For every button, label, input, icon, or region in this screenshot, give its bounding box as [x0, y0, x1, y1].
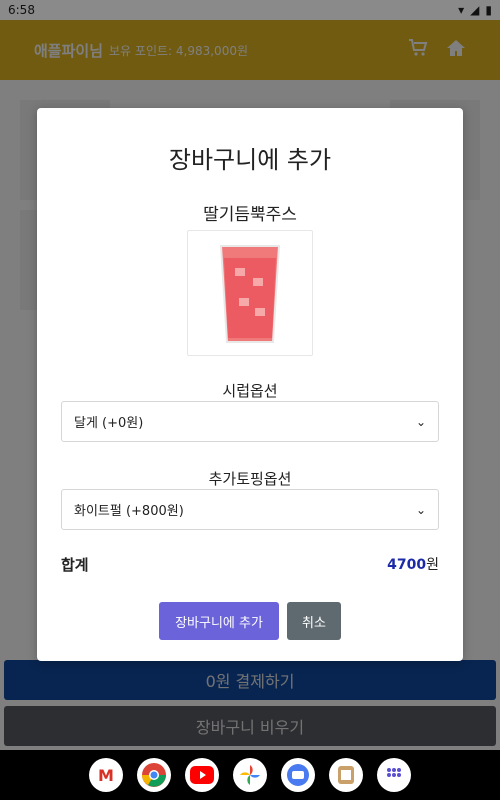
total-amount: 4700원	[387, 554, 439, 574]
battery-icon: ▮	[485, 3, 492, 17]
gmail-icon[interactable]: M	[89, 758, 123, 792]
add-to-cart-button[interactable]: 장바구니에 추가	[159, 602, 279, 640]
app-icon[interactable]	[329, 758, 363, 792]
status-time: 6:58	[8, 3, 35, 17]
product-name: 딸기듬뿍주스	[203, 205, 297, 225]
messages-icon[interactable]	[281, 758, 315, 792]
syrup-option-select[interactable]: 달게 (+0원) ⌄	[61, 401, 439, 442]
total-unit: 원	[426, 557, 439, 573]
chevron-down-icon: ⌄	[415, 502, 426, 517]
cancel-button[interactable]: 취소	[287, 602, 341, 640]
chevron-down-icon: ⌄	[415, 414, 426, 429]
status-bar: 6:58 ▾ ◢ ▮	[0, 0, 500, 20]
juice-cup-icon	[219, 245, 281, 343]
syrup-option-label: 시럽옵션	[222, 382, 278, 400]
wifi-icon: ▾	[458, 3, 465, 17]
topping-option-label: 추가토핑옵션	[208, 470, 292, 488]
youtube-icon[interactable]	[185, 758, 219, 792]
topping-option-select[interactable]: 화이트펄 (+800원) ⌄	[61, 489, 439, 530]
product-image	[187, 230, 313, 356]
signal-icon: ◢	[470, 3, 480, 17]
app-drawer-icon[interactable]	[377, 758, 411, 792]
modal-title: 장바구니에 추가	[168, 146, 332, 174]
app-dock: M	[0, 750, 500, 800]
total-number: 4700	[387, 557, 427, 573]
total-label: 합계	[61, 556, 89, 574]
chrome-icon[interactable]	[137, 758, 171, 792]
topping-option-value: 화이트펄 (+800원)	[74, 504, 184, 519]
photos-icon[interactable]	[233, 758, 267, 792]
syrup-option-value: 달게 (+0원)	[74, 416, 144, 431]
add-to-cart-modal: 장바구니에 추가 딸기듬뿍주스 시럽옵션 달게 (+0원) ⌄ 추가토핑옵션 화…	[37, 108, 463, 661]
